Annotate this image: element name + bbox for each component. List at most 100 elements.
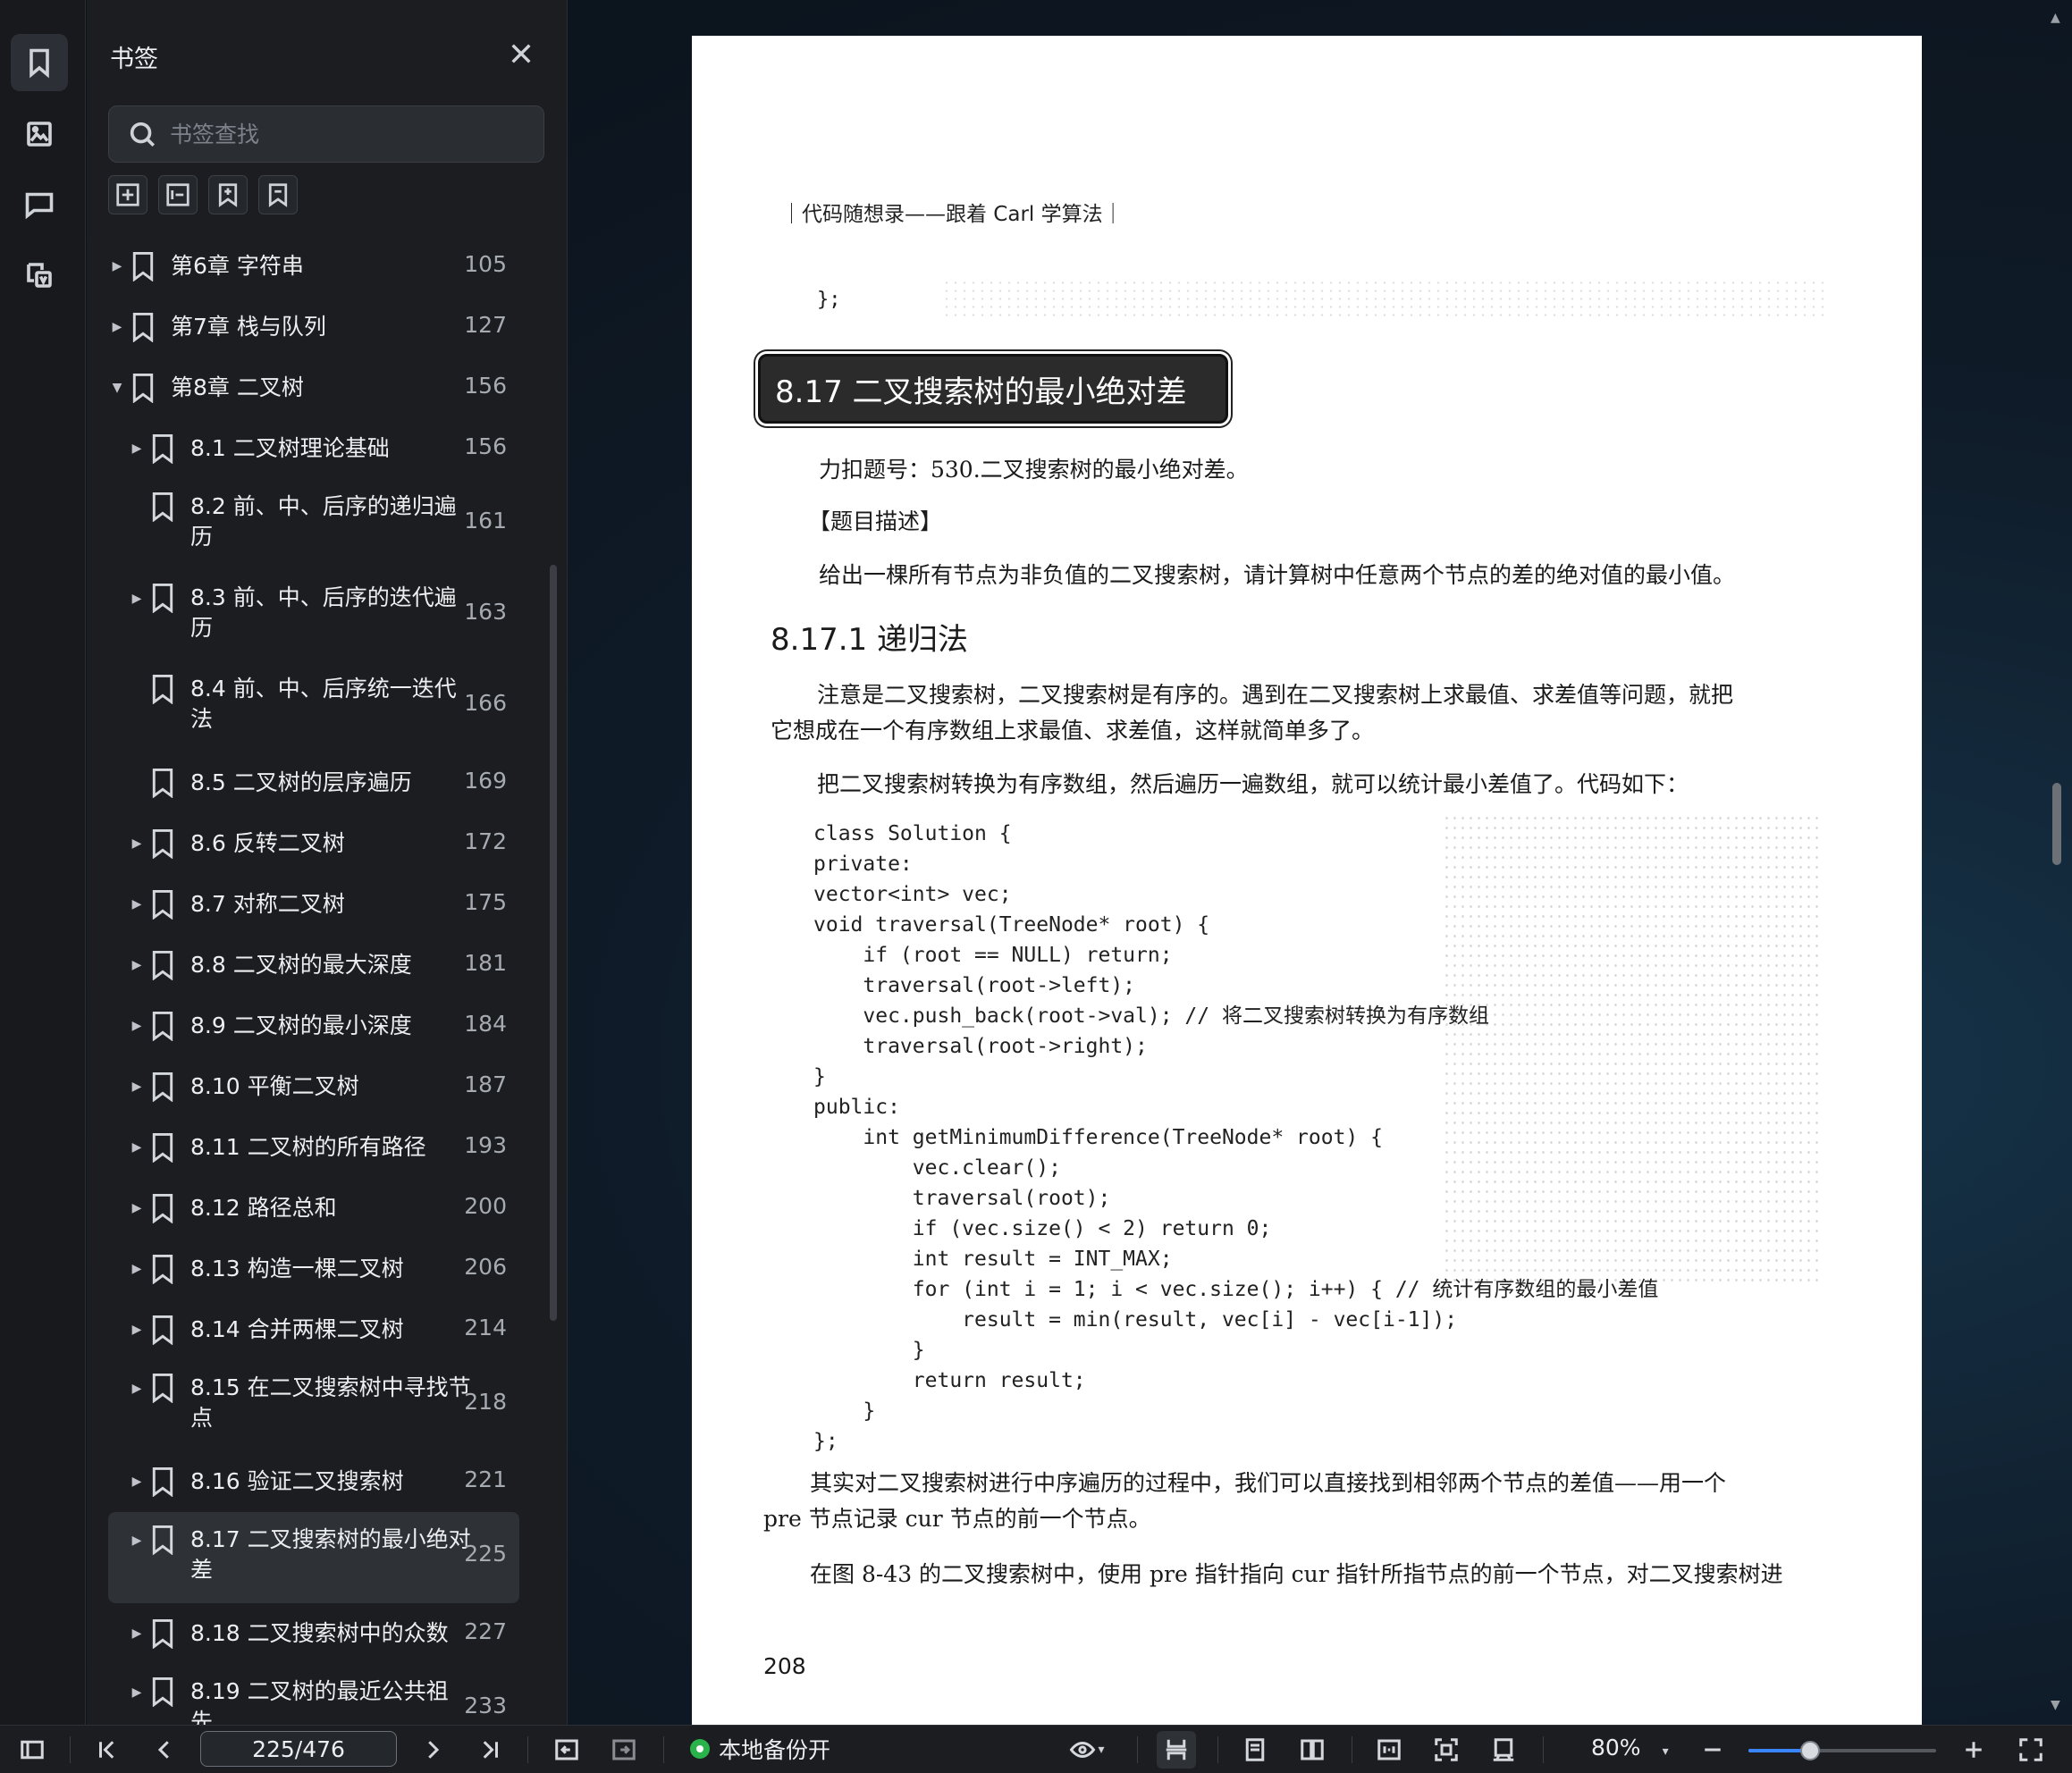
bookmark-label-continued: 法 — [190, 706, 214, 732]
chevron-down-icon: ▾ — [1098, 1743, 1105, 1757]
zoom-level-select[interactable]: 80% ▾ — [1591, 1735, 1669, 1760]
collapsed-arrow-icon[interactable]: ▶ — [130, 1262, 144, 1276]
close-panel-button[interactable] — [507, 39, 535, 68]
collapsed-arrow-icon[interactable]: ▶ — [130, 1382, 144, 1396]
fullscreen-icon — [2019, 1738, 2043, 1761]
bookmark-icon — [149, 1071, 176, 1103]
plus-icon — [1966, 1742, 1982, 1758]
first-page-button[interactable] — [88, 1731, 127, 1769]
comment-tab-button[interactable] — [11, 175, 68, 232]
leetcode-number: 力扣题号：530.二叉搜索树的最小绝对差。 — [819, 457, 1249, 483]
page-number-input[interactable] — [209, 1735, 388, 1762]
add-bookmark-button[interactable] — [208, 175, 248, 214]
paragraph-1-line-2: 它想成在一个有序数组上求最值、求差值，这样就简单多了。 — [771, 718, 1375, 744]
backup-label: 本地备份开 — [719, 1737, 831, 1763]
bookmark-item[interactable]: ▶ 8.18 二叉搜索树中的众数 227 — [108, 1603, 519, 1664]
document-scrollbar[interactable] — [2052, 783, 2061, 865]
bookmark-search-input[interactable] — [170, 121, 510, 147]
bookmark-page-number: 193 — [464, 1132, 507, 1158]
bookmark-item[interactable]: ▶ 8.14 合并两棵二叉树 214 — [108, 1299, 519, 1360]
fit-width-button[interactable] — [1369, 1731, 1409, 1769]
expand-all-button[interactable] — [108, 175, 147, 214]
bookmark-item[interactable]: ▶ 8.9 二叉树的最小深度 184 — [108, 996, 519, 1056]
single-page-button[interactable] — [1235, 1731, 1275, 1769]
double-page-button[interactable] — [1293, 1731, 1332, 1769]
collapsed-arrow-icon[interactable]: ▶ — [130, 1201, 144, 1215]
collapsed-arrow-icon[interactable]: ▶ — [130, 1019, 144, 1033]
scroll-down-arrow[interactable]: ▼ — [2051, 1698, 2060, 1712]
panel-scrollbar[interactable] — [550, 565, 557, 1321]
bookmark-item[interactable]: ▶ 8.16 验证二叉搜索树 221 — [108, 1451, 519, 1512]
bookmark-icon — [149, 1676, 176, 1708]
bookmark-item[interactable]: ▶ 8.1 二叉树理论基础 156 — [108, 418, 519, 479]
bookmark-tab-button[interactable] — [11, 34, 68, 91]
bookmark-page-number: 105 — [464, 251, 507, 277]
problem-description: 给出一棵所有节点为非负值的二叉搜索树，请计算树中任意两个节点的差的绝对值的最小值… — [819, 562, 1736, 588]
bookmark-item[interactable]: ▶ 8.8 二叉树的最大深度 181 — [108, 935, 519, 996]
collapsed-arrow-icon[interactable]: ▶ — [130, 1626, 144, 1641]
bookmark-item[interactable]: ▶ 8.3 前、中、后序的迭代遍历 163 — [108, 570, 519, 661]
collapsed-arrow-icon[interactable]: ▶ — [130, 1080, 144, 1094]
scroll-up-arrow[interactable]: ▲ — [2051, 11, 2060, 25]
bookmark-page-number: 221 — [464, 1466, 507, 1492]
bookmark-item[interactable]: ▶ 8.13 构造一棵二叉树 206 — [108, 1239, 519, 1299]
previous-page-button[interactable] — [145, 1731, 184, 1769]
collapsed-arrow-icon[interactable]: ▶ — [130, 592, 144, 606]
collapse-all-button[interactable] — [158, 175, 198, 214]
bookmark-item[interactable]: ▶ 8.11 二叉树的所有路径 193 — [108, 1117, 519, 1178]
collapsed-arrow-icon[interactable]: ▶ — [110, 320, 124, 334]
collapsed-arrow-icon[interactable]: ▶ — [130, 1685, 144, 1700]
bookmark-item[interactable]: ▶ 8.6 反转二叉树 172 — [108, 813, 519, 874]
collapsed-arrow-icon[interactable]: ▶ — [130, 958, 144, 972]
zoom-slider[interactable] — [1748, 1741, 1936, 1760]
translate-tab-button[interactable] — [11, 247, 68, 304]
collapsed-arrow-icon[interactable]: ▶ — [130, 1323, 144, 1337]
bookmark-item[interactable]: ▶ 8.10 平衡二叉树 187 — [108, 1056, 519, 1117]
bookmark-item[interactable]: ▶ 8.7 对称二叉树 175 — [108, 874, 519, 935]
bookmark-item[interactable]: ▼ 第8章 二叉树 156 — [108, 357, 519, 418]
bookmark-item[interactable]: ▶ 第7章 栈与队列 127 — [108, 297, 519, 357]
bookmark-item[interactable]: ▶ 8.17 二叉搜索树的最小绝对差 225 — [108, 1512, 519, 1603]
translate-icon — [27, 263, 52, 288]
continuous-scroll-button[interactable] — [1157, 1731, 1196, 1769]
forward-button[interactable] — [604, 1731, 644, 1769]
fit-page-button[interactable] — [1427, 1731, 1466, 1769]
zoom-level: 80% — [1591, 1735, 1641, 1760]
local-backup-toggle[interactable]: 本地备份开 — [690, 1733, 830, 1765]
bookmark-item[interactable]: ▶ 8.19 二叉树的最近公共祖先 233 — [108, 1664, 519, 1725]
back-button[interactable] — [547, 1731, 586, 1769]
bookmark-item[interactable]: 8.4 前、中、后序统一迭代法 166 — [108, 661, 519, 752]
bookmark-icon — [149, 1315, 176, 1346]
collapsed-arrow-icon[interactable]: ▶ — [130, 1475, 144, 1489]
thumbnail-tab-button[interactable] — [11, 105, 68, 163]
bookmark-item[interactable]: ▶ 第6章 字符串 105 — [108, 236, 519, 297]
next-page-button[interactable] — [413, 1731, 452, 1769]
bookmark-icon — [149, 1373, 176, 1404]
remove-bookmark-button[interactable] — [258, 175, 298, 214]
collapsed-arrow-icon[interactable]: ▶ — [130, 836, 144, 851]
bookmark-item[interactable]: 8.2 前、中、后序的递归遍历 161 — [108, 479, 519, 570]
collapsed-arrow-icon[interactable]: ▶ — [130, 1140, 144, 1155]
bookmark-label: 8.18 二叉搜索树中的众数 — [190, 1620, 449, 1646]
eye-icon — [1070, 1741, 1096, 1759]
zoom-slider-handle[interactable] — [1800, 1741, 1821, 1760]
bookmark-item[interactable]: 8.5 二叉树的层序遍历 169 — [108, 752, 519, 813]
zoom-in-button[interactable] — [1954, 1731, 1993, 1769]
bookmark-page-number: 161 — [464, 508, 507, 534]
collapsed-arrow-icon[interactable]: ▶ — [130, 897, 144, 912]
expanded-arrow-icon[interactable]: ▼ — [110, 381, 124, 395]
actual-size-button[interactable] — [1484, 1731, 1523, 1769]
collapsed-arrow-icon[interactable]: ▶ — [130, 441, 144, 456]
subsection-title: 8.17.1 递归法 — [771, 622, 968, 658]
bookmark-page-number: 156 — [464, 373, 507, 399]
eye-care-button[interactable]: ▾ — [1060, 1731, 1114, 1769]
bookmark-item[interactable]: ▶ 8.15 在二叉搜索树中寻找节点 218 — [108, 1360, 519, 1451]
collapsed-arrow-icon[interactable]: ▶ — [110, 259, 124, 273]
toggle-sidebar-button[interactable] — [13, 1731, 52, 1769]
bookmark-page-number: 214 — [464, 1315, 507, 1340]
collapsed-arrow-icon[interactable]: ▶ — [130, 1534, 144, 1548]
fullscreen-button[interactable] — [2011, 1731, 2051, 1769]
bookmark-item[interactable]: ▶ 8.12 路径总和 200 — [108, 1178, 519, 1239]
zoom-out-button[interactable] — [1693, 1731, 1732, 1769]
last-page-button[interactable] — [470, 1731, 510, 1769]
